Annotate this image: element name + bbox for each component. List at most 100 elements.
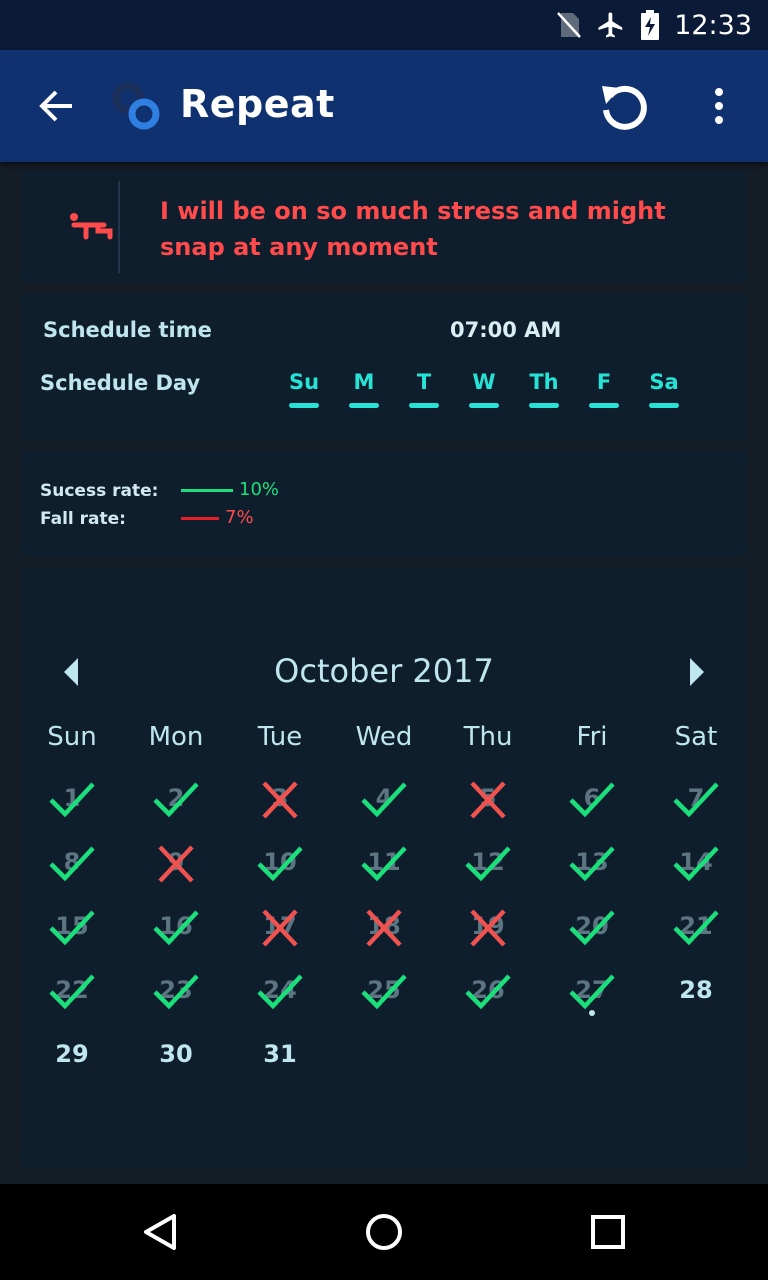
calendar-day-cell[interactable]: 7 [644, 768, 748, 832]
check-icon [257, 974, 303, 1010]
more-options-icon[interactable] [704, 86, 734, 126]
nav-back-icon[interactable] [136, 1208, 184, 1256]
app-bar: Repeat [0, 50, 768, 162]
success-rate-value: 10% [239, 479, 280, 500]
cross-icon [470, 909, 506, 947]
check-icon [569, 974, 615, 1010]
check-icon [465, 974, 511, 1010]
habit-pose-icon [70, 213, 113, 240]
check-icon [361, 846, 407, 882]
calendar-day-cell[interactable]: 2 [124, 768, 228, 832]
rates-card: Sucess rate: 10% Fall rate: 7% [20, 450, 748, 557]
weekday-label: Tue [257, 722, 303, 752]
check-icon [153, 782, 199, 818]
calendar-day-cell[interactable]: 20 [540, 896, 644, 960]
calendar-day-cell[interactable]: 23 [124, 960, 228, 1024]
calendar-day-number: 30 [159, 1040, 193, 1068]
calendar-day-cell[interactable]: 15 [20, 896, 124, 960]
schedule-card: Schedule time 07:00 AM Schedule Day Su M T… [20, 294, 748, 440]
airplane-mode-icon [598, 12, 623, 38]
calendar-day-number: 28 [679, 976, 713, 1004]
back-arrow-icon[interactable] [36, 86, 76, 126]
calendar-day-cell[interactable]: 5 [436, 768, 540, 832]
habit-card[interactable]: I will be on so much stress and might sn… [20, 171, 748, 283]
schedule-day-indicator [289, 403, 319, 408]
calendar-day-cell[interactable]: 22 [20, 960, 124, 1024]
calendar-day-cell[interactable]: 24 [228, 960, 332, 1024]
calendar-day-cell[interactable]: 1 [20, 768, 124, 832]
calendar-day-number: 29 [55, 1040, 89, 1068]
schedule-time-value[interactable]: 07:00 AM [450, 318, 561, 342]
cross-icon [366, 909, 402, 947]
check-icon [361, 782, 407, 818]
refresh-icon[interactable] [596, 80, 652, 136]
schedule-day-1[interactable]: M [344, 370, 384, 394]
navigation-bar [0, 1184, 768, 1280]
calendar-day-cell[interactable]: 29 [20, 1024, 124, 1088]
calendar-day-cell[interactable]: 17 [228, 896, 332, 960]
success-rate-label: Sucess rate: [40, 481, 159, 501]
schedule-day-indicator [409, 403, 439, 408]
schedule-day-label: Schedule Day [40, 371, 201, 395]
schedule-day-2[interactable]: T [404, 370, 444, 394]
cross-icon [262, 781, 298, 819]
calendar-day-cell[interactable]: 16 [124, 896, 228, 960]
check-icon [673, 782, 719, 818]
fail-rate-value: 7% [225, 507, 254, 528]
cross-icon [262, 909, 298, 947]
calendar-day-cell[interactable]: 8 [20, 832, 124, 896]
next-month-icon[interactable] [686, 656, 708, 688]
check-icon [49, 910, 95, 946]
schedule-day-indicator [529, 403, 559, 408]
calendar-day-cell[interactable]: 11 [332, 832, 436, 896]
schedule-day-indicator [469, 403, 499, 408]
check-icon [257, 846, 303, 882]
schedule-day-3[interactable]: W [464, 370, 504, 394]
check-icon [49, 846, 95, 882]
habit-text: I will be on so much stress and might sn… [160, 197, 666, 261]
check-icon [153, 910, 199, 946]
calendar-day-cell[interactable]: 3 [228, 768, 332, 832]
calendar-day-cell[interactable]: 6 [540, 768, 644, 832]
calendar-day-cell[interactable]: 12 [436, 832, 540, 896]
weekday-label: Wed [355, 722, 413, 752]
calendar-day-cell[interactable]: 25 [332, 960, 436, 1024]
schedule-time-label: Schedule time [43, 318, 212, 342]
success-rate-line [181, 489, 233, 492]
calendar-day-cell[interactable]: 4 [332, 768, 436, 832]
check-icon [569, 910, 615, 946]
check-icon [361, 974, 407, 1010]
check-icon [49, 782, 95, 818]
calendar-day-cell[interactable]: 14 [644, 832, 748, 896]
no-sim-icon [557, 12, 582, 38]
weekday-label: Sat [674, 722, 718, 752]
fail-rate-label: Fall rate: [40, 509, 126, 529]
calendar-day-cell[interactable]: 27 [540, 960, 644, 1024]
status-icons: 12:33 [556, 0, 752, 50]
schedule-day-6[interactable]: Sa [644, 370, 684, 394]
calendar-day-cell[interactable]: 13 [540, 832, 644, 896]
nav-recents-icon[interactable] [584, 1208, 632, 1256]
check-icon [465, 846, 511, 882]
calendar-day-cell[interactable]: 21 [644, 896, 748, 960]
schedule-day-indicator [589, 403, 619, 408]
nav-home-icon[interactable] [360, 1208, 408, 1256]
status-bar: 12:33 [0, 0, 768, 50]
check-icon [673, 910, 719, 946]
calendar-day-cell[interactable]: 18 [332, 896, 436, 960]
calendar-day-cell[interactable]: 10 [228, 832, 332, 896]
habit-divider [118, 181, 120, 273]
calendar-day-cell[interactable]: 9 [124, 832, 228, 896]
calendar-month-title: October 2017 [274, 652, 494, 690]
schedule-day-5[interactable]: F [584, 370, 624, 394]
calendar-day-cell[interactable]: 26 [436, 960, 540, 1024]
schedule-day-4[interactable]: Th [524, 370, 564, 394]
calendar-day-cell[interactable]: 19 [436, 896, 540, 960]
check-icon [569, 846, 615, 882]
calendar-day-cell[interactable]: 31 [228, 1024, 332, 1088]
status-time: 12:33 [674, 9, 752, 41]
calendar-day-cell[interactable]: 28 [644, 960, 748, 1024]
calendar-day-cell[interactable]: 30 [124, 1024, 228, 1088]
weekday-label: Mon [148, 722, 204, 752]
schedule-day-0[interactable]: Su [284, 370, 324, 394]
